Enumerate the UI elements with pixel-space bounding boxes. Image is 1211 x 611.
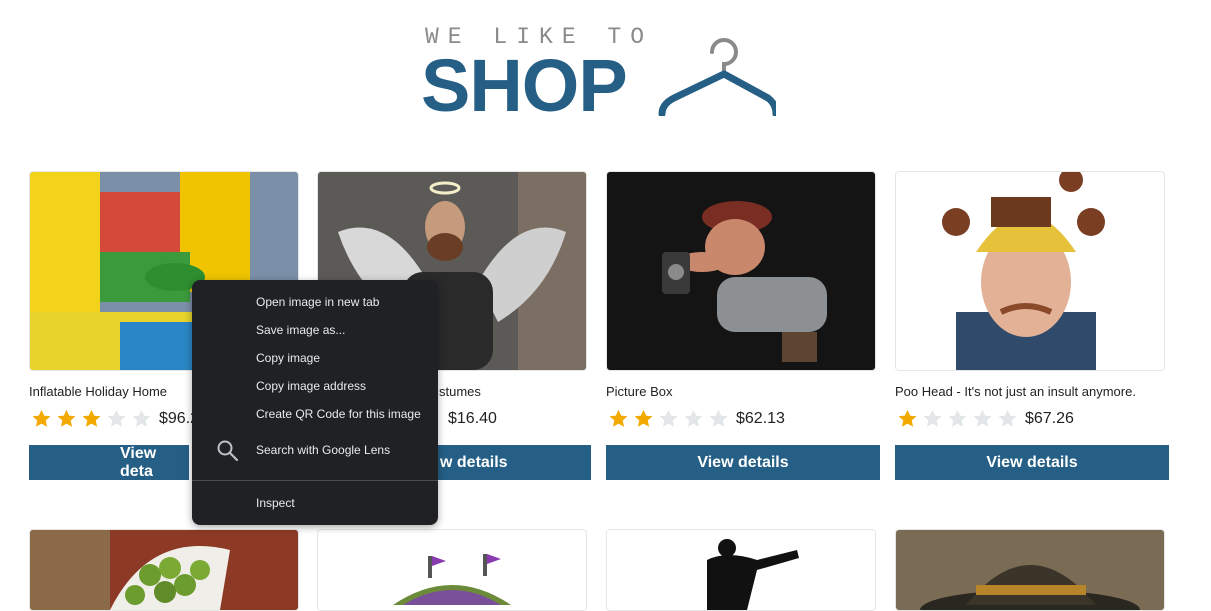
context-menu: Open image in new tab Save image as... C… [192, 280, 438, 525]
hanger-icon [658, 38, 776, 116]
product-price: $16.40 [448, 410, 497, 427]
product-image[interactable] [317, 529, 587, 611]
star-filled-icon [634, 409, 653, 427]
product-image[interactable] [29, 529, 299, 611]
view-details-button[interactable]: View details [895, 445, 1169, 480]
product-image[interactable] [606, 529, 876, 611]
view-details-button[interactable]: View deta [29, 445, 189, 480]
view-details-button[interactable]: w details [438, 445, 591, 480]
product-image[interactable] [606, 171, 876, 371]
product-price: $62.13 [736, 410, 785, 427]
star-empty-icon [684, 409, 703, 427]
product-image[interactable] [895, 171, 1165, 371]
product-title[interactable]: Picture Box [606, 384, 896, 399]
product-rating: $96.2 [29, 407, 199, 431]
product-image[interactable] [895, 529, 1165, 611]
product-title[interactable]: Poo Head - It's not just an insult anymo… [895, 384, 1185, 399]
menu-item-open-image-new-tab[interactable]: Open image in new tab [256, 295, 379, 309]
product-rating: $67.26 [895, 407, 1074, 431]
star-empty-icon [923, 409, 942, 427]
star-empty-icon [998, 409, 1017, 427]
view-details-button[interactable]: View details [606, 445, 880, 480]
star-filled-icon [609, 409, 628, 427]
star-empty-icon [132, 409, 151, 427]
product-rating: $62.13 [606, 407, 785, 431]
star-filled-icon [898, 409, 917, 427]
star-filled-icon [82, 409, 101, 427]
product-price: $67.26 [1025, 410, 1074, 427]
star-empty-icon [107, 409, 126, 427]
menu-item-copy-image[interactable]: Copy image [256, 351, 320, 365]
search-icon [217, 440, 239, 462]
menu-item-copy-image-address[interactable]: Copy image address [256, 379, 366, 393]
logo-wordmark: SHOP [421, 44, 628, 127]
star-empty-icon [948, 409, 967, 427]
menu-divider [192, 480, 438, 481]
star-filled-icon [32, 409, 51, 427]
star-empty-icon [973, 409, 992, 427]
menu-item-inspect[interactable]: Inspect [256, 496, 295, 510]
menu-item-search-google-lens[interactable]: Search with Google Lens [256, 443, 390, 457]
menu-item-create-qr-code[interactable]: Create QR Code for this image [256, 407, 421, 421]
star-filled-icon [57, 409, 76, 427]
menu-item-save-image-as[interactable]: Save image as... [256, 323, 345, 337]
star-empty-icon [709, 409, 728, 427]
product-rating: $16.40 [443, 407, 497, 431]
site-logo[interactable]: WE LIKE TO SHOP [421, 22, 784, 126]
star-empty-icon [659, 409, 678, 427]
